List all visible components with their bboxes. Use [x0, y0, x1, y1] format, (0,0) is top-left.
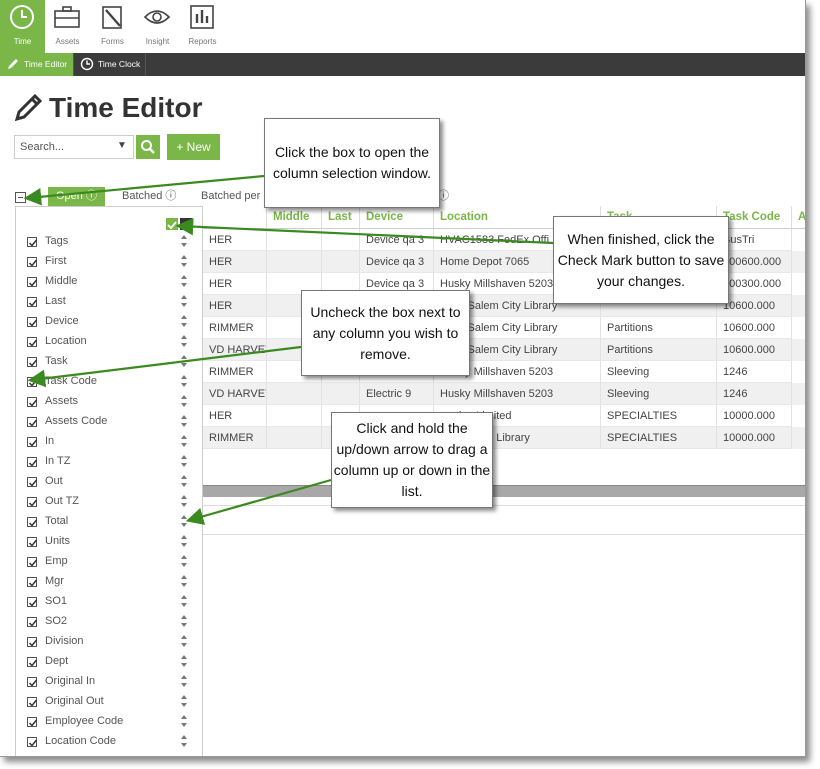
app-window: Time Assets Forms Insight Reports Time E…: [0, 0, 806, 757]
callout-uncheck: Uncheck the box next to any column you w…: [301, 290, 470, 376]
callout-open-box: Click the box to open the column selecti…: [264, 118, 440, 208]
arrow-drag: [185, 478, 332, 525]
callout-arrows: [23, 174, 554, 525]
callout-drag: Click and hold the up/down arrow to drag…: [331, 412, 493, 508]
arrow-uncheck: [27, 345, 302, 388]
callout-check-mark: When finished, click the Check Mark butt…: [553, 216, 729, 304]
arrow-open-box: [23, 174, 265, 206]
arrow-check-mark: [175, 217, 554, 245]
